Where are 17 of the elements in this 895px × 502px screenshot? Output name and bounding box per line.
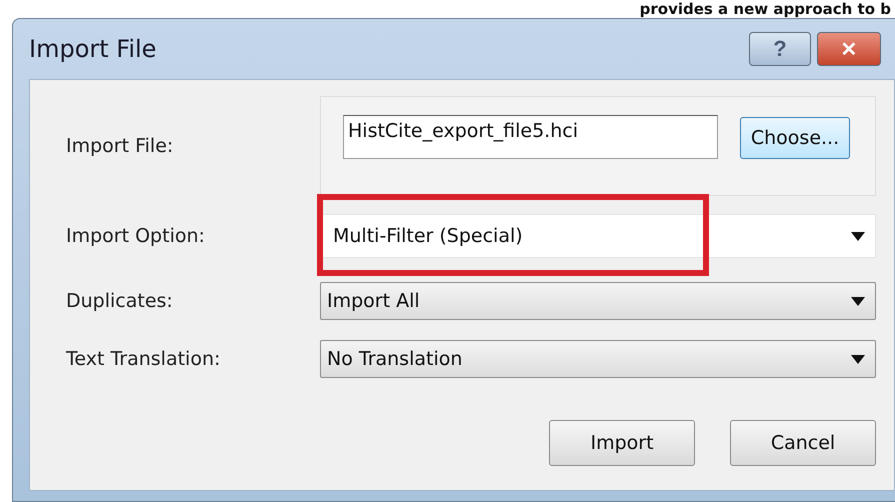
caret-icon	[851, 296, 865, 306]
background-text: provides a new approach to b	[640, 1, 891, 18]
caret-icon	[851, 354, 865, 364]
import-button[interactable]: Import	[549, 420, 695, 466]
file-input[interactable]: HistCite_export_file5.hci	[343, 115, 718, 159]
choose-button[interactable]: Choose...	[740, 117, 850, 159]
cancel-button[interactable]: Cancel	[730, 420, 876, 466]
field-label: Import Option:	[65, 225, 206, 247]
dropdown[interactable]: Import All	[320, 282, 876, 320]
dropdown[interactable]: No Translation	[320, 340, 876, 378]
field-label: Import File:	[65, 135, 174, 157]
field-label: Duplicates:	[65, 290, 174, 312]
dropdown[interactable]: Multi-Filter (Special)	[320, 214, 876, 258]
caret-icon	[851, 232, 865, 240]
window-title: Import File	[29, 35, 156, 63]
field-label: Text Translation:	[65, 348, 222, 370]
help-button[interactable]: ?	[749, 32, 811, 66]
